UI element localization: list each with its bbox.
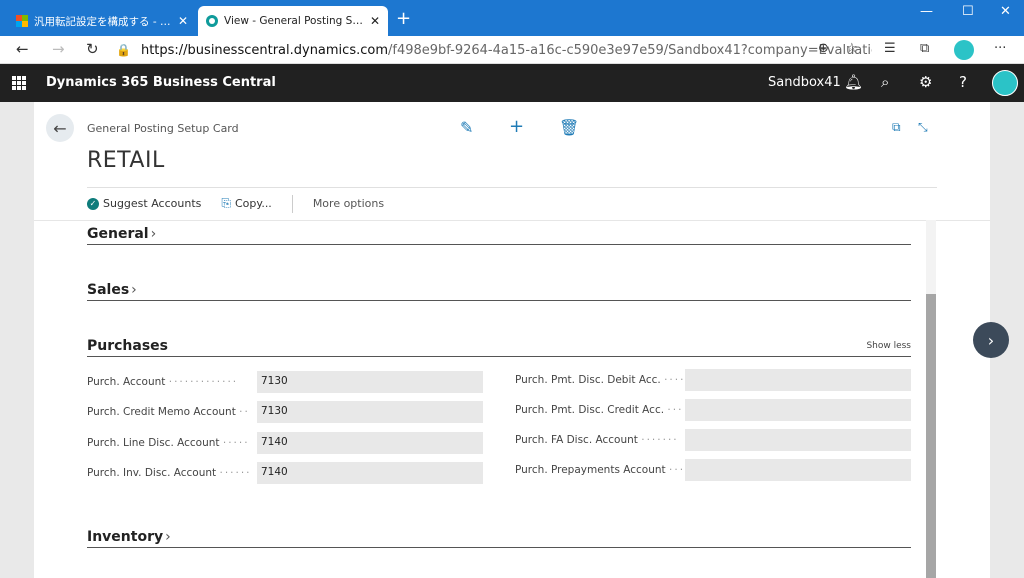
page-title: RETAIL <box>87 148 165 173</box>
browser-tab-learn[interactable]: 汎用転記設定を構成する - Learn | ✕ <box>8 6 196 36</box>
purch-prepayments-account-input[interactable] <box>685 459 911 481</box>
section-title: Sales <box>87 282 130 298</box>
scrollbar-thumb[interactable] <box>926 294 936 578</box>
gear-icon[interactable]: ⚙ <box>919 73 932 91</box>
field-label: Purch. Credit Memo Account <box>87 406 236 418</box>
section-general[interactable]: General › <box>87 223 911 245</box>
field-purch-inv-disc-account: Purch. Inv. Disc. Account ······ 7140 <box>87 462 483 484</box>
field-purch-fa-disc-account: Purch. FA Disc. Account ······· <box>515 429 911 451</box>
purch-pmt-disc-credit-acc-input[interactable] <box>685 399 911 421</box>
field-label: Purch. Pmt. Disc. Debit Acc. <box>515 374 661 386</box>
app-title[interactable]: Dynamics 365 Business Central <box>46 75 276 90</box>
microsoft-logo-icon <box>16 15 28 27</box>
field-label: Purch. Line Disc. Account <box>87 437 220 449</box>
field-label: Purch. Account <box>87 376 166 388</box>
new-icon[interactable]: + <box>509 116 524 137</box>
help-icon[interactable]: ? <box>959 73 967 91</box>
close-window-button[interactable]: ✕ <box>1000 4 1011 19</box>
refresh-icon[interactable]: ↻ <box>86 40 99 58</box>
search-icon[interactable]: ⌕ <box>881 73 889 91</box>
tab-title: 汎用転記設定を構成する - Learn | <box>34 15 174 28</box>
suggest-accounts-label: Suggest Accounts <box>103 197 202 210</box>
purch-account-input[interactable]: 7130 <box>257 371 483 393</box>
close-tab-icon[interactable]: ✕ <box>178 14 188 28</box>
environment-name: Sandbox41 <box>768 75 841 90</box>
add-icon[interactable]: ⊕ <box>818 41 829 56</box>
section-title: Purchases <box>87 338 169 354</box>
field-purch-line-disc-account: Purch. Line Disc. Account ····· 7140 <box>87 432 483 454</box>
section-title: General <box>87 226 149 242</box>
breadcrumb: General Posting Setup Card <box>87 122 239 135</box>
next-record-button[interactable]: › <box>973 322 1009 358</box>
section-inventory[interactable]: Inventory › <box>87 526 911 548</box>
app-launcher-icon[interactable] <box>12 76 26 90</box>
show-less-link[interactable]: Show less <box>866 341 911 351</box>
app-header: Dynamics 365 Business Central Sandbox41 … <box>0 64 1024 102</box>
new-tab-button[interactable]: + <box>396 8 411 29</box>
purch-inv-disc-account-input[interactable]: 7140 <box>257 462 483 484</box>
card-content: General › Sales › Purchases Show less Purc… <box>34 220 990 578</box>
close-tab-icon[interactable]: ✕ <box>370 14 380 28</box>
section-title: Inventory <box>87 529 164 545</box>
business-central-logo-icon <box>206 15 218 27</box>
field-label: Purch. Pmt. Disc. Credit Acc. <box>515 404 665 416</box>
collections-icon[interactable]: ⧉ <box>920 41 929 56</box>
chevron-right-icon: › <box>150 226 157 242</box>
purch-pmt-disc-debit-acc-input[interactable] <box>685 369 911 391</box>
action-bar: ✓ Suggest Accounts ⎘ Copy... More option… <box>87 187 937 219</box>
url-host: https://businesscentral.dynamics.com <box>140 42 388 58</box>
field-label: Purch. Prepayments Account <box>515 464 666 476</box>
section-purchases[interactable]: Purchases Show less <box>87 335 911 357</box>
field-purch-pmt-disc-debit-acc: Purch. Pmt. Disc. Debit Acc. ···· <box>515 369 911 391</box>
copy-label: Copy... <box>234 197 272 210</box>
field-purch-prepayments-account: Purch. Prepayments Account ··· <box>515 459 911 481</box>
check-icon: ✓ <box>87 197 99 210</box>
more-icon[interactable]: ··· <box>994 41 1006 56</box>
general-posting-setup-card: ← General Posting Setup Card RETAIL ✎ + … <box>34 102 990 578</box>
collapse-icon[interactable]: ⤡ <box>918 120 928 135</box>
delete-icon[interactable]: 🗑︎ <box>559 118 579 137</box>
tab-title: View - General Posting Setup Ca <box>224 15 366 27</box>
open-new-window-icon[interactable]: ⧉ <box>892 120 901 135</box>
field-purch-credit-memo-account: Purch. Credit Memo Account ·· 7130 <box>87 401 483 423</box>
maximize-button[interactable]: ☐ <box>962 4 974 19</box>
purch-fa-disc-account-input[interactable] <box>685 429 911 451</box>
browser-tab-bar: 汎用転記設定を構成する - Learn | ✕ View - General P… <box>0 0 1024 36</box>
notification-bell-icon[interactable]: 🔔︎ <box>844 73 863 91</box>
copy-button[interactable]: ⎘ Copy... <box>221 196 271 211</box>
divider <box>291 194 293 213</box>
field-purch-account: Purch. Account ············· 7130 <box>87 371 483 393</box>
field-label: Purch. FA Disc. Account <box>515 434 638 446</box>
chevron-right-icon: › <box>987 330 995 350</box>
suggest-accounts-button[interactable]: ✓ Suggest Accounts <box>87 197 201 210</box>
favorite-icon[interactable]: ☆ <box>846 41 858 56</box>
chevron-right-icon: › <box>165 529 171 545</box>
back-icon[interactable]: ← <box>16 40 29 58</box>
minimize-button[interactable]: — <box>920 4 933 19</box>
url-field[interactable]: 🔒 https://businesscentral.dynamics.com/f… <box>116 38 872 62</box>
back-arrow-icon: ← <box>53 118 67 138</box>
favorites-list-icon[interactable]: ☰ <box>884 41 896 56</box>
url-path: /f498e9bf-9264-4a15-a16c-c590e3e97e59/Sa… <box>388 42 872 58</box>
section-sales[interactable]: Sales › <box>87 279 911 301</box>
address-bar: ← → ↻ 🔒 https://businesscentral.dynamics… <box>0 36 1024 64</box>
more-options-button[interactable]: More options <box>313 197 384 210</box>
purch-line-disc-account-input[interactable]: 7140 <box>257 432 483 454</box>
back-button[interactable]: ← <box>46 114 74 142</box>
forward-icon[interactable]: → <box>52 40 65 58</box>
lock-icon: 🔒 <box>116 43 131 57</box>
edit-icon[interactable]: ✎ <box>460 118 473 137</box>
avatar[interactable] <box>992 70 1018 96</box>
field-label: Purch. Inv. Disc. Account <box>87 467 217 479</box>
purch-credit-memo-account-input[interactable]: 7130 <box>257 401 483 423</box>
browser-tab-posting-setup[interactable]: View - General Posting Setup Ca ✕ <box>198 6 388 36</box>
profile-icon[interactable] <box>954 40 974 60</box>
chevron-right-icon: › <box>131 282 137 298</box>
copy-icon: ⎘ <box>221 196 231 210</box>
field-purch-pmt-disc-credit-acc: Purch. Pmt. Disc. Credit Acc. ··· <box>515 399 911 421</box>
